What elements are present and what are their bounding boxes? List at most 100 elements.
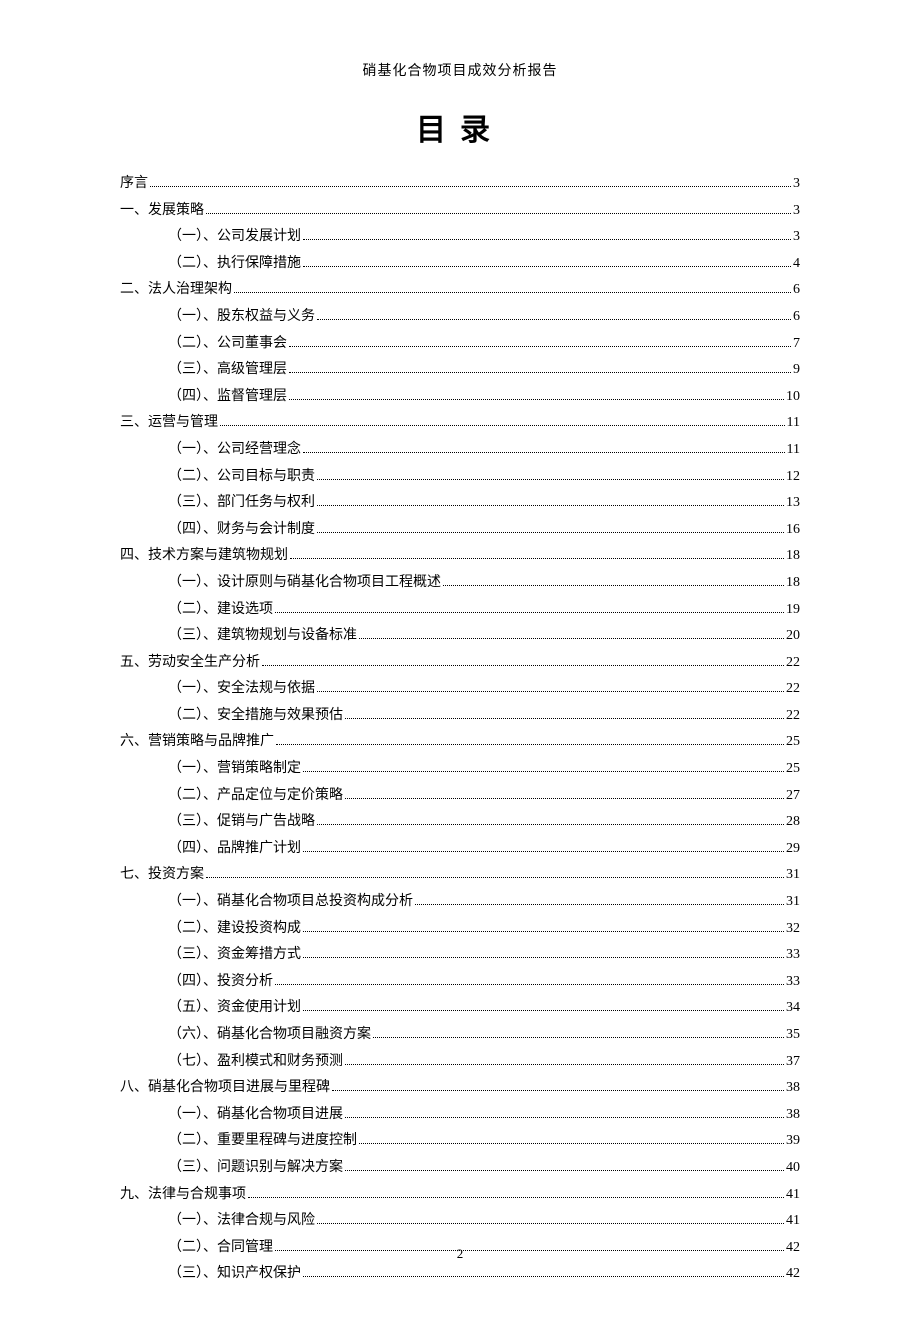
- toc-entry-page: 34: [786, 995, 800, 1022]
- toc-entry: 四、技术方案与建筑物规划 18: [120, 543, 800, 570]
- toc-entry-page: 37: [786, 1049, 800, 1076]
- toc-leader-dots: [373, 1037, 784, 1038]
- toc-leader-dots: [317, 691, 784, 692]
- toc-leader-dots: [317, 824, 784, 825]
- toc-entry-page: 7: [793, 331, 800, 358]
- toc-entry-label: 八、硝基化合物项目进展与里程碑: [120, 1075, 330, 1102]
- toc-entry-page: 18: [786, 570, 800, 597]
- toc-leader-dots: [289, 372, 791, 373]
- toc-entry-page: 9: [793, 357, 800, 384]
- toc-entry-page: 42: [786, 1261, 800, 1288]
- toc-entry: （三）、高级管理层 9: [120, 357, 800, 384]
- toc-entry-page: 38: [786, 1075, 800, 1102]
- toc-entry-page: 11: [787, 437, 800, 464]
- toc-leader-dots: [248, 1197, 784, 1198]
- toc-leader-dots: [345, 718, 784, 719]
- toc-entry-label: （一）、硝基化合物项目总投资构成分析: [168, 889, 413, 916]
- toc-entry-label: （六）、硝基化合物项目融资方案: [168, 1022, 371, 1049]
- toc-leader-dots: [443, 585, 784, 586]
- toc-entry: （四）、财务与会计制度16: [120, 517, 800, 544]
- toc-leader-dots: [220, 425, 785, 426]
- toc-entry-page: 25: [786, 756, 800, 783]
- toc-leader-dots: [317, 479, 784, 480]
- toc-entry-label: （一）、公司经营理念: [168, 437, 301, 464]
- toc-leader-dots: [290, 558, 784, 559]
- toc-entry-page: 38: [786, 1102, 800, 1129]
- toc-entry: 一、发展策略3: [120, 198, 800, 225]
- toc-entry: （二）、建设选项 19: [120, 597, 800, 624]
- toc-entry-label: 二、法人治理架构: [120, 277, 232, 304]
- toc-entry: （三）、促销与广告战略28: [120, 809, 800, 836]
- toc-entry-label: （三）、建筑物规划与设备标准: [168, 623, 357, 650]
- toc-entry-page: 6: [793, 304, 800, 331]
- page-number: 2: [0, 1246, 920, 1262]
- toc-entry-page: 40: [786, 1155, 800, 1182]
- toc-entry: （五）、资金使用计划34: [120, 995, 800, 1022]
- toc-entry-page: 19: [786, 597, 800, 624]
- toc-entry-page: 33: [786, 969, 800, 996]
- toc-entry-page: 3: [793, 198, 800, 225]
- toc-entry-page: 25: [786, 729, 800, 756]
- toc-entry-label: （四）、财务与会计制度: [168, 517, 315, 544]
- toc-leader-dots: [345, 798, 784, 799]
- toc-leader-dots: [275, 612, 784, 613]
- toc-entry: 七、投资方案31: [120, 862, 800, 889]
- toc-leader-dots: [317, 319, 791, 320]
- toc-entry-page: 11: [787, 410, 800, 437]
- toc-entry: （七）、盈利模式和财务预测 37: [120, 1049, 800, 1076]
- toc-entry-label: （二）、建设投资构成: [168, 916, 301, 943]
- toc-leader-dots: [303, 452, 785, 453]
- toc-entry-label: （一）、安全法规与依据: [168, 676, 315, 703]
- toc-entry-label: 四、技术方案与建筑物规划: [120, 543, 288, 570]
- toc-leader-dots: [262, 665, 784, 666]
- toc-entry-label: （三）、资金筹措方式: [168, 942, 301, 969]
- toc-entry-label: （三）、部门任务与权利: [168, 490, 315, 517]
- toc-entry-label: （四）、品牌推广计划: [168, 836, 301, 863]
- toc-entry: （二）、安全措施与效果预估22: [120, 703, 800, 730]
- toc-entry-label: （一）、营销策略制定: [168, 756, 301, 783]
- toc-entry-label: 序言: [120, 171, 148, 198]
- toc-leader-dots: [345, 1170, 784, 1171]
- toc-entry: 八、硝基化合物项目进展与里程碑 38: [120, 1075, 800, 1102]
- toc-title: 目录: [120, 105, 800, 149]
- toc-entry-page: 33: [786, 942, 800, 969]
- toc-leader-dots: [345, 1117, 784, 1118]
- toc-entry: （一）、安全法规与依据22: [120, 676, 800, 703]
- toc-entry-label: （二）、公司董事会: [168, 331, 287, 358]
- toc-entry-page: 18: [786, 543, 800, 570]
- toc-leader-dots: [415, 904, 784, 905]
- toc-entry-page: 3: [793, 171, 800, 198]
- toc-entry-label: （三）、高级管理层: [168, 357, 287, 384]
- toc-leader-dots: [303, 957, 784, 958]
- toc-entry-label: （二）、产品定位与定价策略: [168, 783, 343, 810]
- toc-entry: （二）、执行保障措施 4: [120, 251, 800, 278]
- toc-entry: （一）、股东权益与义务 6: [120, 304, 800, 331]
- toc-entry: （三）、资金筹措方式 33: [120, 942, 800, 969]
- toc-entry-page: 31: [786, 889, 800, 916]
- toc-entry-label: （一）、股东权益与义务: [168, 304, 315, 331]
- toc-entry-label: （二）、公司目标与职责: [168, 464, 315, 491]
- toc-entry: （四）、品牌推广计划29: [120, 836, 800, 863]
- toc-entry: （二）、建设投资构成 32: [120, 916, 800, 943]
- toc-entry-label: 九、法律与合规事项: [120, 1182, 246, 1209]
- toc-entry: 二、法人治理架构6: [120, 277, 800, 304]
- toc-entry-label: （七）、盈利模式和财务预测: [168, 1049, 343, 1076]
- toc-entry-label: （二）、重要里程碑与进度控制: [168, 1128, 357, 1155]
- toc-entry-label: 七、投资方案: [120, 862, 204, 889]
- toc-entry: （六）、硝基化合物项目融资方案35: [120, 1022, 800, 1049]
- toc-entry-label: （二）、执行保障措施: [168, 251, 301, 278]
- toc-leader-dots: [206, 213, 791, 214]
- toc-entry-label: 三、运营与管理: [120, 410, 218, 437]
- toc-entry-page: 32: [786, 916, 800, 943]
- toc-leader-dots: [303, 239, 791, 240]
- toc-entry-label: （二）、建设选项: [168, 597, 273, 624]
- toc-entry-page: 22: [786, 650, 800, 677]
- toc-entry-page: 27: [786, 783, 800, 810]
- toc-leader-dots: [289, 399, 784, 400]
- toc-entry: （二）、公司目标与职责12: [120, 464, 800, 491]
- toc-entry-page: 4: [793, 251, 800, 278]
- toc-leader-dots: [332, 1090, 784, 1091]
- toc-leader-dots: [206, 877, 784, 878]
- toc-entry: （三）、知识产权保护42: [120, 1261, 800, 1288]
- toc-leader-dots: [234, 292, 791, 293]
